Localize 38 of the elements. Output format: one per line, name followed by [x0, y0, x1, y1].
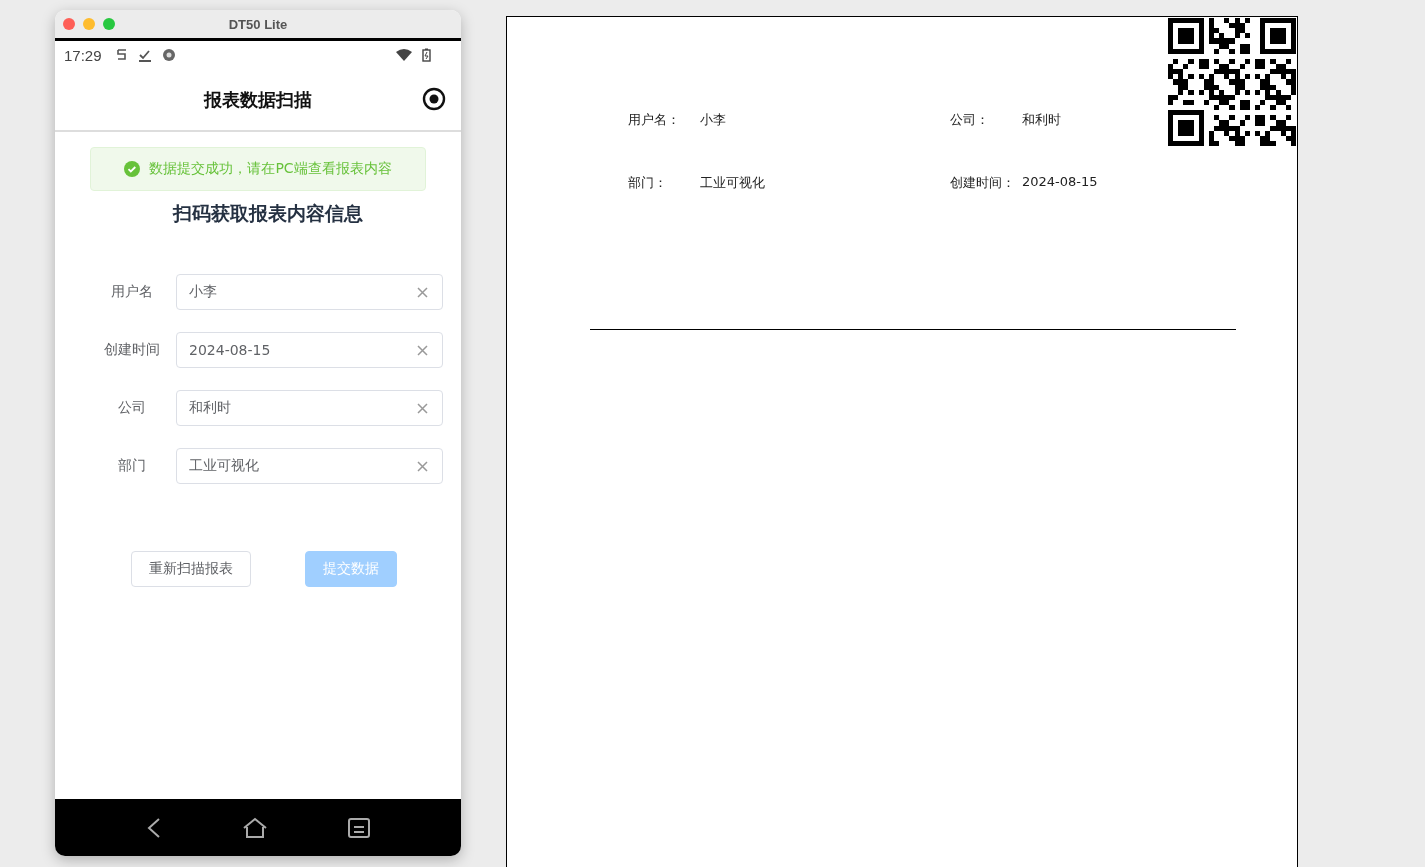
minimize-icon[interactable] [83, 18, 95, 30]
field-label: 公司 [116, 399, 147, 417]
app-title: 报表数据扫描 [204, 87, 312, 112]
clear-icon[interactable] [417, 286, 428, 298]
report-label: 用户名： [628, 111, 681, 129]
status-time: 17:29 [64, 46, 102, 64]
clear-icon[interactable] [417, 344, 428, 356]
report-value: 工业可视化 [700, 174, 765, 192]
input-field[interactable]: 小李 [176, 274, 443, 310]
clear-icon[interactable] [417, 402, 428, 414]
input-field[interactable]: 2024-08-15 [176, 332, 443, 368]
success-icon [124, 161, 141, 177]
report-value: 和利时 [1022, 111, 1061, 129]
report-value: 2024-08-15 [1022, 174, 1098, 191]
clear-icon[interactable] [417, 460, 428, 472]
report-value: 小李 [700, 111, 726, 129]
field-label: 用户名 [109, 283, 154, 301]
record-icon[interactable] [422, 87, 446, 111]
input-field[interactable]: 工业可视化 [176, 448, 443, 484]
report-label: 公司： [950, 111, 990, 129]
browser-icon [161, 48, 176, 62]
alert-message: 数据提交成功，请在PC端查看报表内容 [149, 160, 392, 178]
window-title: DT50 Lite [228, 16, 288, 32]
recent-apps-icon[interactable] [348, 817, 370, 838]
wifi-icon [396, 49, 412, 61]
report-label: 部门： [628, 174, 668, 192]
close-icon[interactable] [63, 18, 75, 30]
rescan-button[interactable]: 重新扫描报表 [131, 551, 251, 587]
check-icon [137, 48, 152, 62]
field-label: 部门 [116, 457, 147, 475]
home-icon[interactable] [242, 816, 268, 839]
field-label: 创建时间 [102, 341, 161, 359]
maximize-icon[interactable] [103, 18, 115, 30]
form-heading: 扫码获取报表内容信息 [173, 201, 363, 226]
input-field[interactable]: 和利时 [176, 390, 443, 426]
report-label: 创建时间： [950, 174, 1016, 192]
battery-icon [422, 48, 431, 62]
back-icon[interactable] [146, 816, 162, 839]
